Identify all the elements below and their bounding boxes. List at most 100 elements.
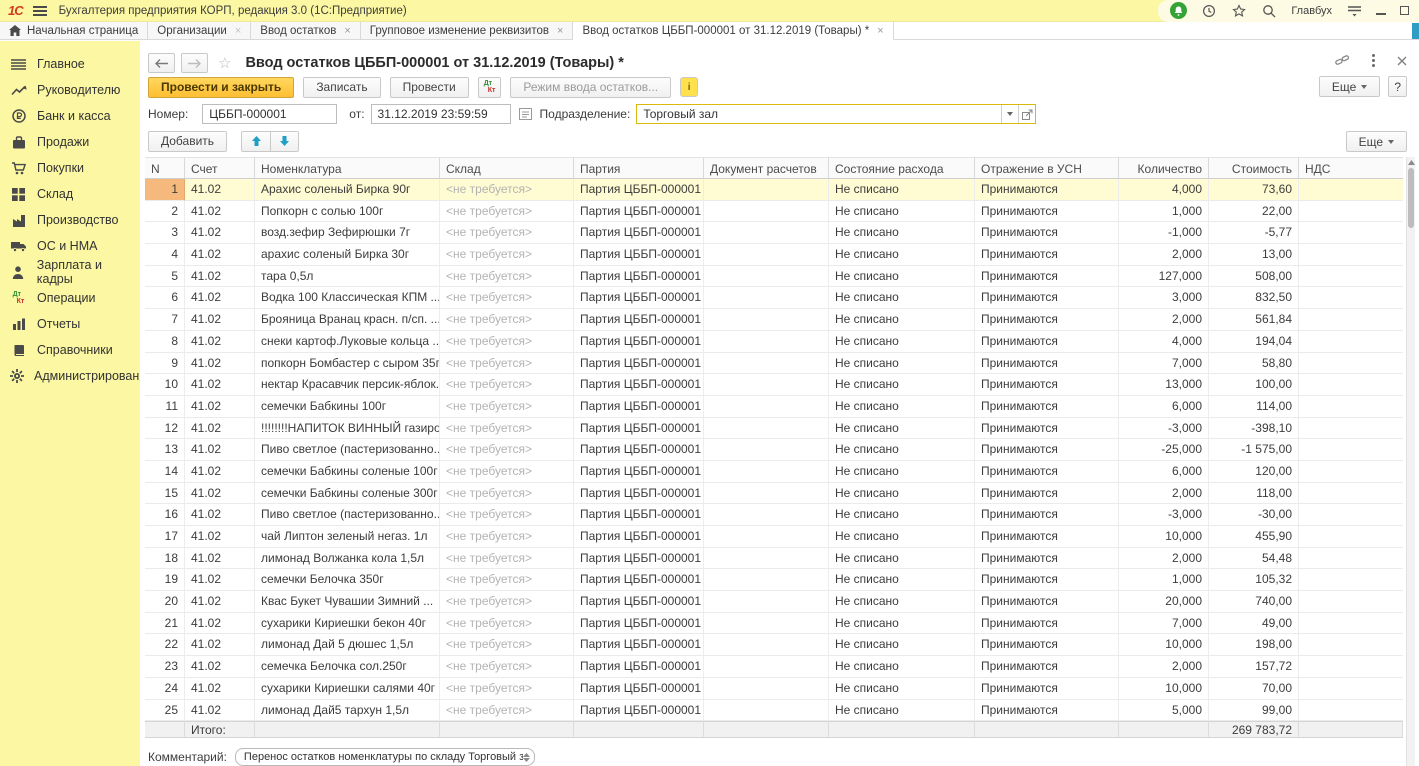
sidebar-item[interactable]: ОС и НМА bbox=[0, 233, 140, 259]
cell-batch[interactable]: Партия ЦББП-000001 ... bbox=[574, 591, 704, 613]
table-row[interactable]: 1 41.02 Арахис соленый Бирка 90г <не тре… bbox=[145, 179, 1403, 201]
cell-cost[interactable]: 105,32 bbox=[1209, 569, 1299, 591]
cell-expense-state[interactable]: Не списано bbox=[829, 418, 975, 440]
info-icon[interactable]: i bbox=[680, 77, 698, 97]
table-more-button[interactable]: Еще bbox=[1346, 131, 1407, 152]
cell-n[interactable]: 12 bbox=[145, 418, 185, 440]
cell-quantity[interactable]: 20,000 bbox=[1119, 591, 1209, 613]
cell-batch[interactable]: Партия ЦББП-000001 ... bbox=[574, 418, 704, 440]
col-header-settlement-doc[interactable]: Документ расчетов bbox=[704, 157, 829, 179]
cell-usn[interactable]: Принимаются bbox=[975, 634, 1119, 656]
cell-settlement-doc[interactable] bbox=[704, 374, 829, 396]
cell-warehouse[interactable]: <не требуется> bbox=[440, 396, 574, 418]
cell-batch[interactable]: Партия ЦББП-000001 ... bbox=[574, 700, 704, 722]
table-row[interactable]: 13 41.02 Пиво светлое (пастеризованно...… bbox=[145, 439, 1403, 461]
sidebar-item[interactable]: Администрирование bbox=[0, 363, 140, 389]
cell-account[interactable]: 41.02 bbox=[185, 309, 255, 331]
cell-cost[interactable]: -30,00 bbox=[1209, 504, 1299, 526]
cell-settlement-doc[interactable] bbox=[704, 353, 829, 375]
cell-cost[interactable]: 13,00 bbox=[1209, 244, 1299, 266]
cell-cost[interactable]: 99,00 bbox=[1209, 700, 1299, 722]
cell-vat[interactable] bbox=[1299, 591, 1403, 613]
cell-nomenclature[interactable]: возд.зефир Зефирюшки 7г bbox=[255, 222, 440, 244]
cell-usn[interactable]: Принимаются bbox=[975, 656, 1119, 678]
cell-cost[interactable]: 561,84 bbox=[1209, 309, 1299, 331]
tab-scroll-marker[interactable] bbox=[1412, 23, 1419, 39]
cell-account[interactable]: 41.02 bbox=[185, 353, 255, 375]
table-row[interactable]: 2 41.02 Попкорн с солью 100г <не требует… bbox=[145, 201, 1403, 223]
cell-batch[interactable]: Партия ЦББП-000001 ... bbox=[574, 656, 704, 678]
write-button[interactable]: Записать bbox=[303, 77, 380, 98]
cell-quantity[interactable]: 2,000 bbox=[1119, 548, 1209, 570]
cell-quantity[interactable]: 1,000 bbox=[1119, 201, 1209, 223]
cell-expense-state[interactable]: Не списано bbox=[829, 396, 975, 418]
cell-vat[interactable] bbox=[1299, 179, 1403, 201]
cell-warehouse[interactable]: <не требуется> bbox=[440, 656, 574, 678]
cell-nomenclature[interactable]: семечки Бабкины соленые 100г bbox=[255, 461, 440, 483]
cell-vat[interactable] bbox=[1299, 266, 1403, 288]
cell-settlement-doc[interactable] bbox=[704, 700, 829, 722]
cell-account[interactable]: 41.02 bbox=[185, 700, 255, 722]
table-row[interactable]: 19 41.02 семечки Белочка 350г <не требуе… bbox=[145, 569, 1403, 591]
cell-account[interactable]: 41.02 bbox=[185, 374, 255, 396]
more-menu-icon[interactable] bbox=[1372, 53, 1375, 68]
cell-cost[interactable]: 100,00 bbox=[1209, 374, 1299, 396]
cell-usn[interactable]: Принимаются bbox=[975, 439, 1119, 461]
cell-quantity[interactable]: 127,000 bbox=[1119, 266, 1209, 288]
cell-quantity[interactable]: 13,000 bbox=[1119, 374, 1209, 396]
cell-nomenclature[interactable]: Пиво светлое (пастеризованно... bbox=[255, 504, 440, 526]
cell-settlement-doc[interactable] bbox=[704, 396, 829, 418]
sidebar-item[interactable]: Склад bbox=[0, 181, 140, 207]
cell-n[interactable]: 6 bbox=[145, 287, 185, 309]
table-row[interactable]: 15 41.02 семечки Бабкины соленые 300г <н… bbox=[145, 483, 1403, 505]
form-more-button[interactable]: Еще bbox=[1319, 76, 1380, 97]
cell-expense-state[interactable]: Не списано bbox=[829, 222, 975, 244]
cell-n[interactable]: 10 bbox=[145, 374, 185, 396]
cell-settlement-doc[interactable] bbox=[704, 613, 829, 635]
cell-expense-state[interactable]: Не списано bbox=[829, 678, 975, 700]
cell-batch[interactable]: Партия ЦББП-000001 ... bbox=[574, 613, 704, 635]
cell-quantity[interactable]: 5,000 bbox=[1119, 700, 1209, 722]
cell-nomenclature[interactable]: семечки Бабкины соленые 300г bbox=[255, 483, 440, 505]
post-button[interactable]: Провести bbox=[390, 77, 469, 98]
cell-nomenclature[interactable]: нектар Красавчик персик-яблок... bbox=[255, 374, 440, 396]
cell-n[interactable]: 25 bbox=[145, 700, 185, 722]
table-row[interactable]: 21 41.02 сухарики Кириешки бекон 40г <не… bbox=[145, 613, 1403, 635]
cell-quantity[interactable]: 10,000 bbox=[1119, 634, 1209, 656]
cell-quantity[interactable]: -3,000 bbox=[1119, 418, 1209, 440]
table-row[interactable]: 23 41.02 семечка Белочка сол.250г <не тр… bbox=[145, 656, 1403, 678]
tab-close-icon[interactable]: × bbox=[344, 25, 350, 37]
forward-button[interactable] bbox=[181, 53, 208, 73]
get-link-icon[interactable] bbox=[1335, 54, 1350, 67]
cell-expense-state[interactable]: Не списано bbox=[829, 374, 975, 396]
cell-quantity[interactable]: 6,000 bbox=[1119, 396, 1209, 418]
cell-quantity[interactable]: 10,000 bbox=[1119, 526, 1209, 548]
cell-vat[interactable] bbox=[1299, 374, 1403, 396]
cell-batch[interactable]: Партия ЦББП-000001 ... bbox=[574, 461, 704, 483]
table-row[interactable]: 11 41.02 семечки Бабкины 100г <не требуе… bbox=[145, 396, 1403, 418]
cell-warehouse[interactable]: <не требуется> bbox=[440, 374, 574, 396]
cell-cost[interactable]: 120,00 bbox=[1209, 461, 1299, 483]
table-row[interactable]: 24 41.02 сухарики Кириешки салями 40г <н… bbox=[145, 678, 1403, 700]
cell-n[interactable]: 22 bbox=[145, 634, 185, 656]
cell-quantity[interactable]: 2,000 bbox=[1119, 656, 1209, 678]
cell-warehouse[interactable]: <не требуется> bbox=[440, 331, 574, 353]
sidebar-item[interactable]: Руководителю bbox=[0, 77, 140, 103]
col-header-quantity[interactable]: Количество bbox=[1119, 157, 1209, 179]
cell-quantity[interactable]: 10,000 bbox=[1119, 678, 1209, 700]
col-header-account[interactable]: Счет bbox=[185, 157, 255, 179]
cell-quantity[interactable]: 2,000 bbox=[1119, 309, 1209, 331]
cell-nomenclature[interactable]: Квас Букет Чувашии Зимний ... bbox=[255, 591, 440, 613]
table-row[interactable]: 9 41.02 попкорн Бомбастер с сыром 35г <н… bbox=[145, 353, 1403, 375]
cell-cost[interactable]: 455,90 bbox=[1209, 526, 1299, 548]
cell-nomenclature[interactable]: арахис соленый Бирка 30г bbox=[255, 244, 440, 266]
cell-nomenclature[interactable]: чай Липтон зеленый негаз. 1л bbox=[255, 526, 440, 548]
cell-expense-state[interactable]: Не списано bbox=[829, 309, 975, 331]
cell-settlement-doc[interactable] bbox=[704, 201, 829, 223]
cell-vat[interactable] bbox=[1299, 353, 1403, 375]
cell-n[interactable]: 11 bbox=[145, 396, 185, 418]
cell-vat[interactable] bbox=[1299, 418, 1403, 440]
tab-close-icon[interactable]: × bbox=[235, 25, 241, 37]
sidebar-item[interactable]: ДтКт Операции bbox=[0, 285, 140, 311]
cell-cost[interactable]: -5,77 bbox=[1209, 222, 1299, 244]
